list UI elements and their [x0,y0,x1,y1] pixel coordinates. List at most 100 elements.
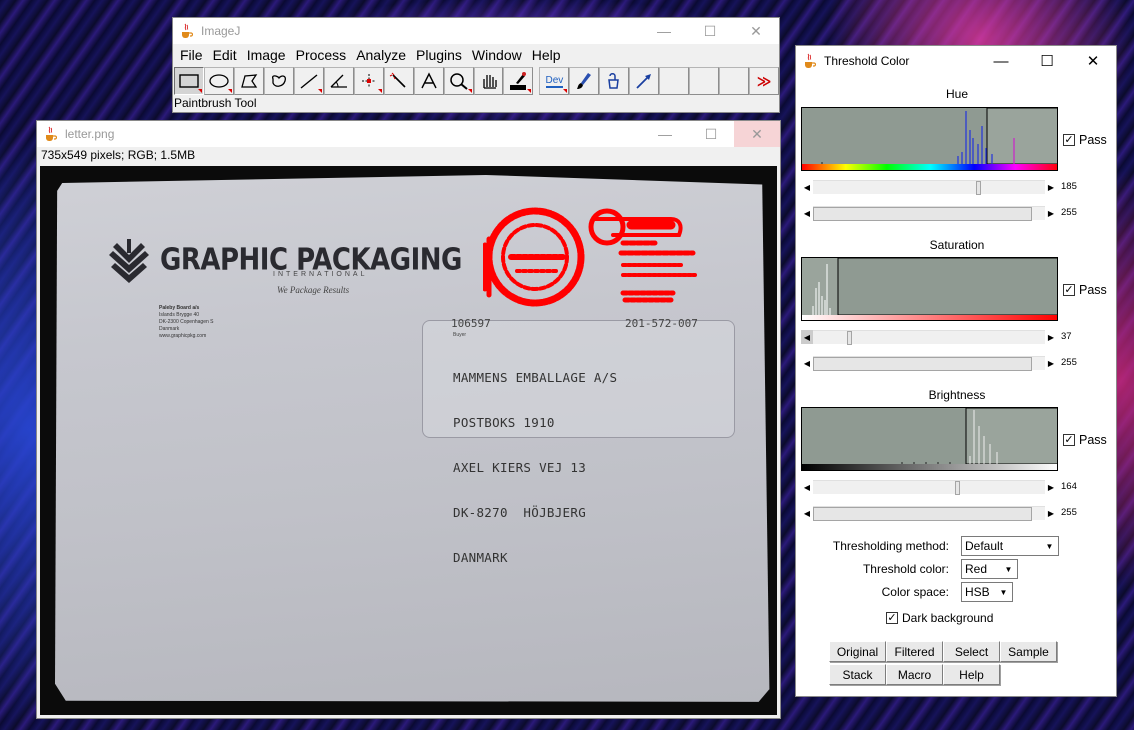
brightness-max-slider[interactable]: ◀ ▶ [801,506,1057,521]
saturation-max-slider[interactable]: ◀ ▶ [801,356,1057,371]
more-tools-icon: ≫ [756,72,772,89]
slider-thumb[interactable] [813,357,1032,371]
menu-help[interactable]: Help [527,47,566,63]
text-icon [420,72,437,89]
text-tool[interactable] [413,67,444,95]
point-tool[interactable] [353,67,384,95]
maximize-button[interactable]: ☐ [1024,48,1070,74]
slider-track[interactable] [813,330,1045,345]
arrow-right-icon[interactable]: ▶ [1045,480,1057,494]
slider-thumb[interactable] [847,331,852,345]
minimize-button[interactable]: — [978,48,1024,74]
menu-process[interactable]: Process [291,47,352,63]
slider-thumb[interactable] [813,207,1032,221]
magnifier-icon [449,73,468,90]
hue-min-slider[interactable]: ◀ ▶ [801,180,1057,195]
space-label: Color space: [881,585,949,599]
close-button[interactable]: ✕ [1070,48,1116,74]
wand-tool[interactable] [383,67,414,95]
empty-slot-1[interactable] [659,67,690,95]
color-picker-tool[interactable] [503,67,534,95]
empty-slot-3[interactable] [719,67,750,95]
hue-max-slider[interactable]: ◀ ▶ [801,206,1057,221]
menu-analyze[interactable]: Analyze [351,47,411,63]
dev-label: Dev [545,74,564,88]
polygon-tool[interactable] [233,67,264,95]
maximize-button[interactable]: ☐ [688,121,734,147]
method-select[interactable]: Default ▼ [961,536,1059,556]
menu-edit[interactable]: Edit [208,47,242,63]
arrow-left-icon[interactable]: ◀ [801,506,813,520]
angle-tool[interactable] [323,67,354,95]
oval-tool[interactable] [203,67,234,95]
freehand-tool[interactable] [263,67,294,95]
threshold-titlebar[interactable]: Threshold Color — ☐ ✕ [796,46,1116,76]
brightness-histogram [801,407,1058,471]
original-button[interactable]: Original [829,641,886,662]
arrow-left-icon[interactable]: ◀ [801,206,813,220]
arrow-left-icon[interactable]: ◀ [801,180,813,194]
arrow-right-icon[interactable]: ▶ [1045,356,1057,370]
saturation-pass-checkbox[interactable]: ✓ Pass [1063,283,1107,297]
arrow-right-icon[interactable]: ▶ [1045,206,1057,220]
brightness-min-slider[interactable]: ◀ ▶ [801,480,1057,495]
close-button[interactable]: ✕ [733,18,779,44]
arrow-left-icon[interactable]: ◀ [801,356,813,370]
space-select[interactable]: HSB ▼ [961,582,1013,602]
slider-track[interactable] [813,506,1045,521]
maximize-button[interactable]: ☐ [687,18,733,44]
dev-tool[interactable]: Dev [539,67,570,95]
slider-track[interactable] [813,180,1045,195]
slider-thumb[interactable] [813,507,1032,521]
close-button[interactable]: ✕ [734,121,780,147]
brightness-pass-label: Pass [1079,433,1107,447]
brightness-pass-checkbox[interactable]: ✓ Pass [1063,433,1107,447]
slider-thumb[interactable] [955,481,960,495]
address-line: POSTBOKS 1910 [453,415,555,430]
oval-icon [209,74,229,88]
slider-thumb[interactable] [976,181,981,195]
postmark-threshold-overlay [483,207,697,307]
minimize-button[interactable]: — [641,18,687,44]
magnifier-tool[interactable] [443,67,474,95]
menu-file[interactable]: File [175,47,208,63]
slider-track[interactable] [813,480,1045,495]
image-titlebar[interactable]: letter.png — ☐ ✕ [37,121,780,147]
saturation-min-slider[interactable]: ◀ ▶ [801,330,1057,345]
rectangle-tool[interactable] [174,67,204,95]
flood-fill-tool[interactable] [599,67,630,95]
more-tools-button[interactable]: ≫ [749,67,780,95]
paintbrush-tool[interactable] [569,67,600,95]
filtered-button[interactable]: Filtered [886,641,943,662]
help-button[interactable]: Help [943,664,1000,685]
imagej-titlebar[interactable]: ImageJ — ☐ ✕ [173,18,779,44]
address-line: DANMARK [453,550,508,565]
arrow-tool[interactable] [629,67,660,95]
line-tool[interactable] [293,67,324,95]
menu-plugins[interactable]: Plugins [411,47,467,63]
hue-pass-checkbox[interactable]: ✓ Pass [1063,133,1107,147]
checkbox-check-icon: ✓ [1063,134,1075,146]
sender-line: Danmark [159,326,180,332]
hand-tool[interactable] [473,67,504,95]
menu-image[interactable]: Image [242,47,291,63]
arrow-right-icon[interactable]: ▶ [1045,180,1057,194]
arrow-left-icon[interactable]: ◀ [801,480,813,494]
dark-background-checkbox[interactable]: ✓ Dark background [886,611,993,625]
color-select[interactable]: Red ▼ [961,559,1018,579]
arrow-right-icon[interactable]: ▶ [1045,330,1057,344]
arrow-right-icon[interactable]: ▶ [1045,506,1057,520]
empty-slot-2[interactable] [689,67,720,95]
arrow-left-icon[interactable]: ◀ [801,330,813,344]
slider-track[interactable] [813,206,1045,221]
minimize-button[interactable]: — [642,121,688,147]
menu-window[interactable]: Window [467,47,527,63]
sample-button[interactable]: Sample [1000,641,1057,662]
select-button[interactable]: Select [943,641,1000,662]
macro-button[interactable]: Macro [886,664,943,685]
slider-track[interactable] [813,356,1045,371]
image-canvas[interactable]: GRAPHIC PACKAGING INTERNATIONAL We Packa… [40,166,777,715]
sender-line: Islands Brygge 40 [159,312,200,318]
stack-button[interactable]: Stack [829,664,886,685]
envelope-photo: GRAPHIC PACKAGING INTERNATIONAL We Packa… [55,175,770,702]
